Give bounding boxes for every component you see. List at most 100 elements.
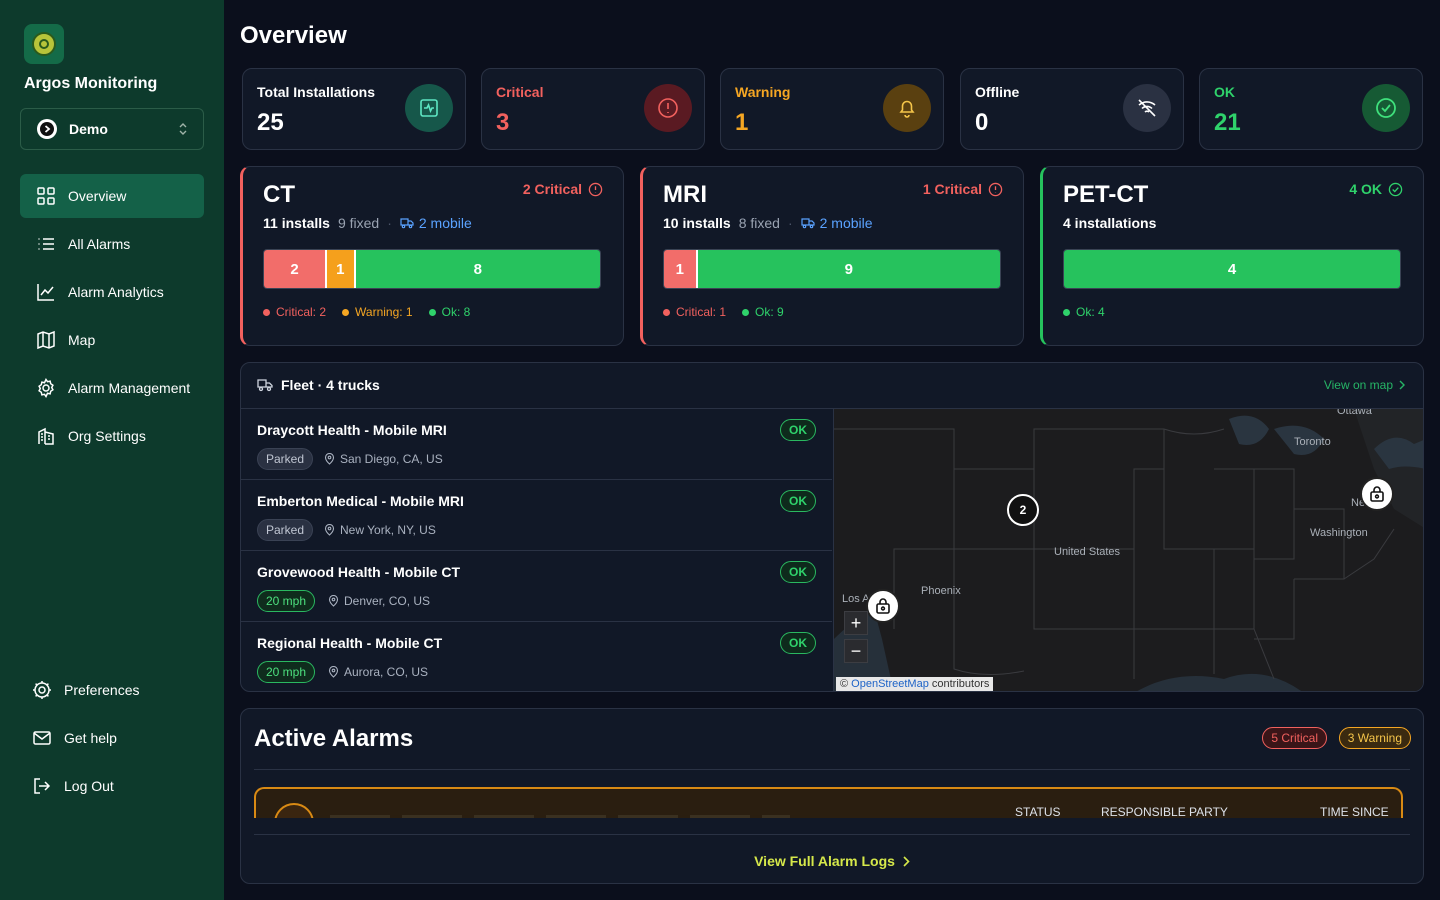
stat-card-critical[interactable]: Critical 3 [481, 68, 705, 150]
view-on-map-link[interactable]: View on map [1324, 378, 1405, 392]
org-selector[interactable]: Demo [20, 108, 204, 150]
mobile-count-text: 2 mobile [819, 215, 873, 231]
fleet-row[interactable]: Grovewood Health - Mobile CT OK 20 mph D… [241, 551, 832, 622]
status-legend: Critical: 2 Warning: 1 Ok: 8 [263, 305, 470, 319]
stat-card-offline[interactable]: Offline 0 [960, 68, 1184, 150]
modality-name: CT [263, 181, 295, 208]
map-icon [37, 330, 55, 350]
alarm-row[interactable]: STATUS RESPONSIBLE PARTY TIME SINCE [254, 787, 1403, 818]
stat-label: Warning [735, 84, 791, 100]
list-icon [38, 238, 54, 250]
mail-icon [33, 731, 51, 745]
modality-summary: 11 installs 9 fixed · 2 mobile [263, 215, 472, 231]
status-bar: 2 1 8 [263, 249, 601, 289]
grid-icon [37, 187, 55, 205]
modality-card-mri[interactable]: MRI 1 Critical 10 installs 8 fixed · 2 m… [640, 166, 1024, 346]
status-badge: OK [780, 490, 816, 512]
stat-card-warning[interactable]: Warning 1 [720, 68, 944, 150]
org-name: Demo [69, 121, 108, 137]
fleet-map[interactable]: Ottawa Toronto Ne rk Washington United S… [833, 409, 1423, 691]
modality-summary: 10 installs 8 fixed · 2 mobile [663, 215, 873, 231]
preferences-label: Preferences [64, 682, 140, 698]
sidebar-item-log-out[interactable]: Log Out [32, 774, 114, 798]
zoom-out-button[interactable]: − [844, 639, 868, 663]
map-cluster-marker[interactable]: 2 [1007, 494, 1039, 526]
fleet-row[interactable]: Draycott Health - Mobile MRI OK Parked S… [241, 409, 832, 480]
app-logo[interactable] [24, 24, 64, 64]
page-title: Overview [240, 22, 347, 49]
fleet-title: Fleet · 4 trucks [257, 377, 380, 393]
map-label-phoenix: Phoenix [921, 585, 961, 597]
sidebar-item-alarm-management[interactable]: Alarm Management [20, 366, 204, 410]
map-truck-marker[interactable] [1360, 477, 1394, 511]
status-badge: 2 Critical [523, 181, 603, 197]
truck-marker-icon [1370, 486, 1384, 502]
modality-name: MRI [663, 181, 707, 208]
bar-segment-ok: 9 [697, 250, 1000, 288]
check-circle-icon [1388, 182, 1403, 196]
critical-count-badge[interactable]: 5 Critical [1262, 727, 1327, 749]
sidebar-item-preferences[interactable]: Preferences [32, 678, 139, 702]
stat-value: 25 [257, 109, 284, 136]
truck-marker-icon [876, 598, 890, 614]
truck-state-badge: Parked [257, 448, 314, 470]
stat-value: 21 [1214, 109, 1241, 136]
sidebar-item-map[interactable]: Map [20, 318, 204, 362]
fleet-row[interactable]: Regional Health - Mobile CT OK 20 mph Au… [241, 622, 832, 691]
alert-circle-icon [988, 182, 1003, 196]
stat-card-ok[interactable]: OK 21 [1199, 68, 1423, 150]
stat-label: Critical [496, 84, 544, 100]
modality-card-pet-ct[interactable]: PET-CT 4 OK 4 installations 4 Ok: 4 [1040, 166, 1424, 346]
mobile-count: 2 mobile [400, 215, 472, 231]
sidebar-item-org-settings[interactable]: Org Settings [20, 414, 204, 458]
bar-segment-critical: 1 [664, 250, 698, 288]
zoom-in-button[interactable]: + [844, 611, 868, 635]
fleet-title-text: Fleet · 4 trucks [281, 377, 380, 393]
view-full-alarm-logs-link[interactable]: View Full Alarm Logs [241, 853, 1423, 869]
fixed-count: 8 fixed [738, 215, 780, 231]
sidebar-item-label: Overview [68, 188, 127, 204]
separator-dot: · [787, 215, 793, 231]
divider [254, 834, 1410, 835]
map-attribution: © OpenStreetMap contributors [836, 677, 994, 691]
bell-icon [883, 84, 931, 132]
truck-name: Draycott Health - Mobile MRI [257, 422, 447, 438]
chart-line-icon [37, 284, 54, 301]
sidebar-item-label: Alarm Management [68, 380, 191, 396]
badge-text: 1 Critical [922, 181, 982, 197]
sidebar-item-overview[interactable]: Overview [20, 174, 204, 218]
sidebar-item-label: All Alarms [68, 236, 131, 252]
stat-label: Total Installations [257, 84, 375, 100]
status-badge: OK [780, 419, 816, 441]
status-badge: OK [780, 561, 816, 583]
sidebar-item-label: Alarm Analytics [68, 284, 164, 300]
fixed-count: 9 fixed [337, 215, 380, 231]
gear-icon [38, 378, 54, 398]
bar-segment-warning: 1 [325, 250, 356, 288]
stat-card-total[interactable]: Total Installations 25 [242, 68, 466, 150]
mobile-count: 2 mobile [801, 215, 873, 231]
modality-card-ct[interactable]: CT 2 Critical 11 installs 9 fixed · 2 mo… [240, 166, 624, 346]
active-alarms-panel: Active Alarms 5 Critical 3 Warning STATU… [240, 708, 1424, 884]
sidebar-item-alarm-analytics[interactable]: Alarm Analytics [20, 270, 204, 314]
bar-segment-ok: 8 [355, 250, 600, 288]
truck-icon [400, 218, 414, 229]
chevron-right-icon [1399, 380, 1405, 390]
modality-name: PET-CT [1063, 181, 1149, 208]
map-label-washington: Washington [1310, 527, 1368, 539]
openstreetmap-link[interactable]: OpenStreetMap [851, 678, 929, 690]
sidebar-item-get-help[interactable]: Get help [32, 726, 117, 750]
map-tiles [834, 409, 1423, 691]
bar-segment-critical: 2 [264, 250, 326, 288]
fleet-panel: Fleet · 4 trucks View on map Draycott He… [240, 362, 1424, 692]
truck-location-text: San Diego, CA, US [340, 452, 443, 466]
status-badge: 4 OK [1349, 181, 1403, 197]
wifi-off-icon [1123, 84, 1171, 132]
map-label-ottawa: Ottawa [1337, 409, 1372, 417]
truck-location-text: Denver, CO, US [344, 594, 431, 608]
sidebar-item-label: Org Settings [68, 428, 146, 444]
sidebar-item-all-alarms[interactable]: All Alarms [20, 222, 204, 266]
map-truck-marker[interactable] [866, 589, 900, 623]
fleet-row[interactable]: Emberton Medical - Mobile MRI OK Parked … [241, 480, 832, 551]
warning-count-badge[interactable]: 3 Warning [1338, 727, 1411, 749]
